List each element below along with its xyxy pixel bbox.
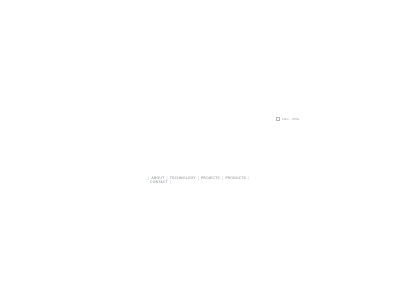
- nav-separator: |: [248, 176, 250, 180]
- nav-separator: |: [169, 180, 172, 185]
- nav-item-products[interactable]: PRODUCTS: [225, 176, 246, 180]
- language-label: LNG · ENG: [282, 117, 300, 121]
- language-icon: [276, 117, 280, 121]
- page: LNG · ENG | ABOUT | TECHNOLOGY | PROJECT…: [0, 0, 400, 300]
- nav-item-projects[interactable]: PROJECTS: [201, 176, 220, 180]
- nav-item-contact[interactable]: CONTACT: [146, 180, 168, 184]
- nav-row-2: CONTACT |: [146, 180, 250, 184]
- nav-item-technology[interactable]: TECHNOLOGY: [170, 176, 196, 180]
- language-switcher[interactable]: LNG · ENG: [276, 116, 299, 122]
- main-navigation: | ABOUT | TECHNOLOGY | PROJECTS | PRODUC…: [146, 176, 250, 184]
